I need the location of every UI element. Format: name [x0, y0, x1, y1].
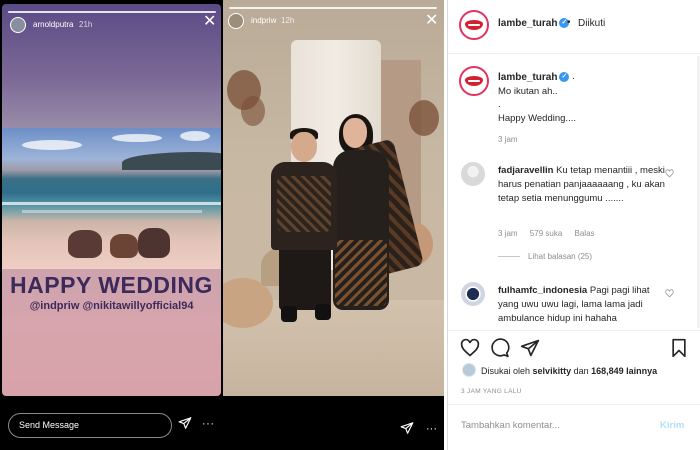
lips-logo-icon: [465, 20, 483, 30]
story-card[interactable]: indpriw 12h ✕: [223, 0, 444, 396]
like-comment-heart-icon[interactable]: [665, 289, 674, 298]
story-username[interactable]: arnoldputra: [33, 20, 73, 29]
comment-text-trailing: hahaha: [585, 313, 617, 324]
caption-username[interactable]: lambe_turah ✓: [498, 72, 570, 83]
story-mentions[interactable]: @indpriw @nikitawillyofficial94: [2, 300, 221, 312]
view-replies-button[interactable]: Lihat balasan (25): [498, 252, 592, 261]
heart-icon[interactable]: [460, 338, 480, 358]
account-avatar[interactable]: [459, 10, 489, 40]
story-panel-indpriw: indpriw 12h ✕ ···: [223, 0, 444, 450]
header-divider: [448, 53, 700, 54]
direct-share-icon[interactable]: [178, 416, 192, 430]
comment-body: fulhamfc_indonesia Pagi pagi lihat yang …: [498, 284, 668, 326]
header-username-text[interactable]: lambe_turah: [498, 18, 557, 29]
share-icon[interactable]: [520, 338, 540, 358]
comment-username[interactable]: fadjaravellin: [498, 165, 553, 176]
instagram-web: arnoldputra 21h ✕ HAPPY WEDDING @indpriw…: [0, 0, 700, 450]
comment-likes[interactable]: 579 suka: [530, 229, 562, 238]
post-panel: lambe_turah ✓ • Diikuti lambe_turah ✓ . Mo…: [447, 0, 700, 450]
caption-time: 3 jam: [498, 135, 518, 144]
caption-line: Happy Wedding....: [498, 113, 576, 124]
liked-by-user[interactable]: selvikitty: [533, 366, 572, 376]
comment-body: fadjaravellin Ku tetap menantiii , meski…: [498, 164, 668, 206]
comment-time: 3 jam: [498, 229, 518, 238]
actions-divider: [448, 330, 700, 331]
post-comment-button[interactable]: Kirim: [660, 420, 684, 431]
caption-line: .: [498, 99, 501, 110]
story-progress-bar: [8, 11, 216, 13]
follow-status-button[interactable]: Diikuti: [578, 18, 605, 29]
story-time: 12h: [281, 16, 295, 25]
liked-by-summary: Disukai oleh selvikitty dan 168,849 lain…: [481, 366, 657, 376]
liked-by-prefix: Disukai oleh: [481, 366, 531, 376]
story-panel-arnoldputra: arnoldputra 21h ✕ HAPPY WEDDING @indpriw…: [0, 0, 223, 450]
beach-photo: [2, 128, 221, 269]
liker-avatar[interactable]: [462, 363, 476, 377]
caption-dot: .: [572, 71, 575, 82]
header-username[interactable]: lambe_turah ✓: [498, 18, 570, 29]
add-comment-input[interactable]: Tambahkan komentar...: [461, 420, 560, 431]
story-progress-bar: [229, 7, 437, 9]
verified-badge-icon: ✓: [559, 72, 570, 83]
comment-input-divider: [448, 404, 700, 405]
story-avatar[interactable]: [228, 13, 244, 29]
caption-avatar[interactable]: [459, 66, 489, 96]
more-options-icon[interactable]: ···: [426, 423, 437, 435]
comment-icon[interactable]: [490, 338, 510, 358]
close-icon[interactable]: ✕: [203, 14, 216, 30]
post-timestamp[interactable]: 3 JAM YANG LALU: [461, 388, 522, 395]
separator-dot: •: [567, 17, 571, 28]
story-card[interactable]: arnoldputra 21h ✕ HAPPY WEDDING @indpriw…: [2, 4, 221, 396]
story-title-text: HAPPY WEDDING: [10, 272, 213, 298]
bookmark-icon[interactable]: [670, 338, 688, 358]
commenter-avatar[interactable]: [461, 162, 485, 186]
more-options-icon[interactable]: ···: [202, 418, 215, 430]
story-username[interactable]: indpriw: [251, 16, 276, 25]
story-time: 21h: [79, 20, 93, 29]
comment-meta: 3 jam 579 suka Balas: [498, 229, 605, 238]
reply-button[interactable]: Balas: [575, 229, 595, 238]
liked-count[interactable]: 168,849 lainnya: [591, 366, 657, 376]
like-comment-heart-icon[interactable]: [665, 169, 674, 178]
commenter-avatar[interactable]: [461, 282, 485, 306]
direct-share-icon[interactable]: [400, 421, 414, 435]
lips-logo-icon: [465, 76, 483, 86]
liked-by-connector: dan: [573, 366, 589, 376]
comment-username[interactable]: fulhamfc_indonesia: [498, 285, 587, 296]
story-avatar[interactable]: [10, 17, 26, 33]
send-message-input[interactable]: Send Message: [8, 413, 172, 438]
caption-line: Mo ikutan ah..: [498, 86, 558, 97]
caption-username-text[interactable]: lambe_turah: [498, 72, 557, 83]
close-icon[interactable]: ✕: [425, 13, 438, 29]
